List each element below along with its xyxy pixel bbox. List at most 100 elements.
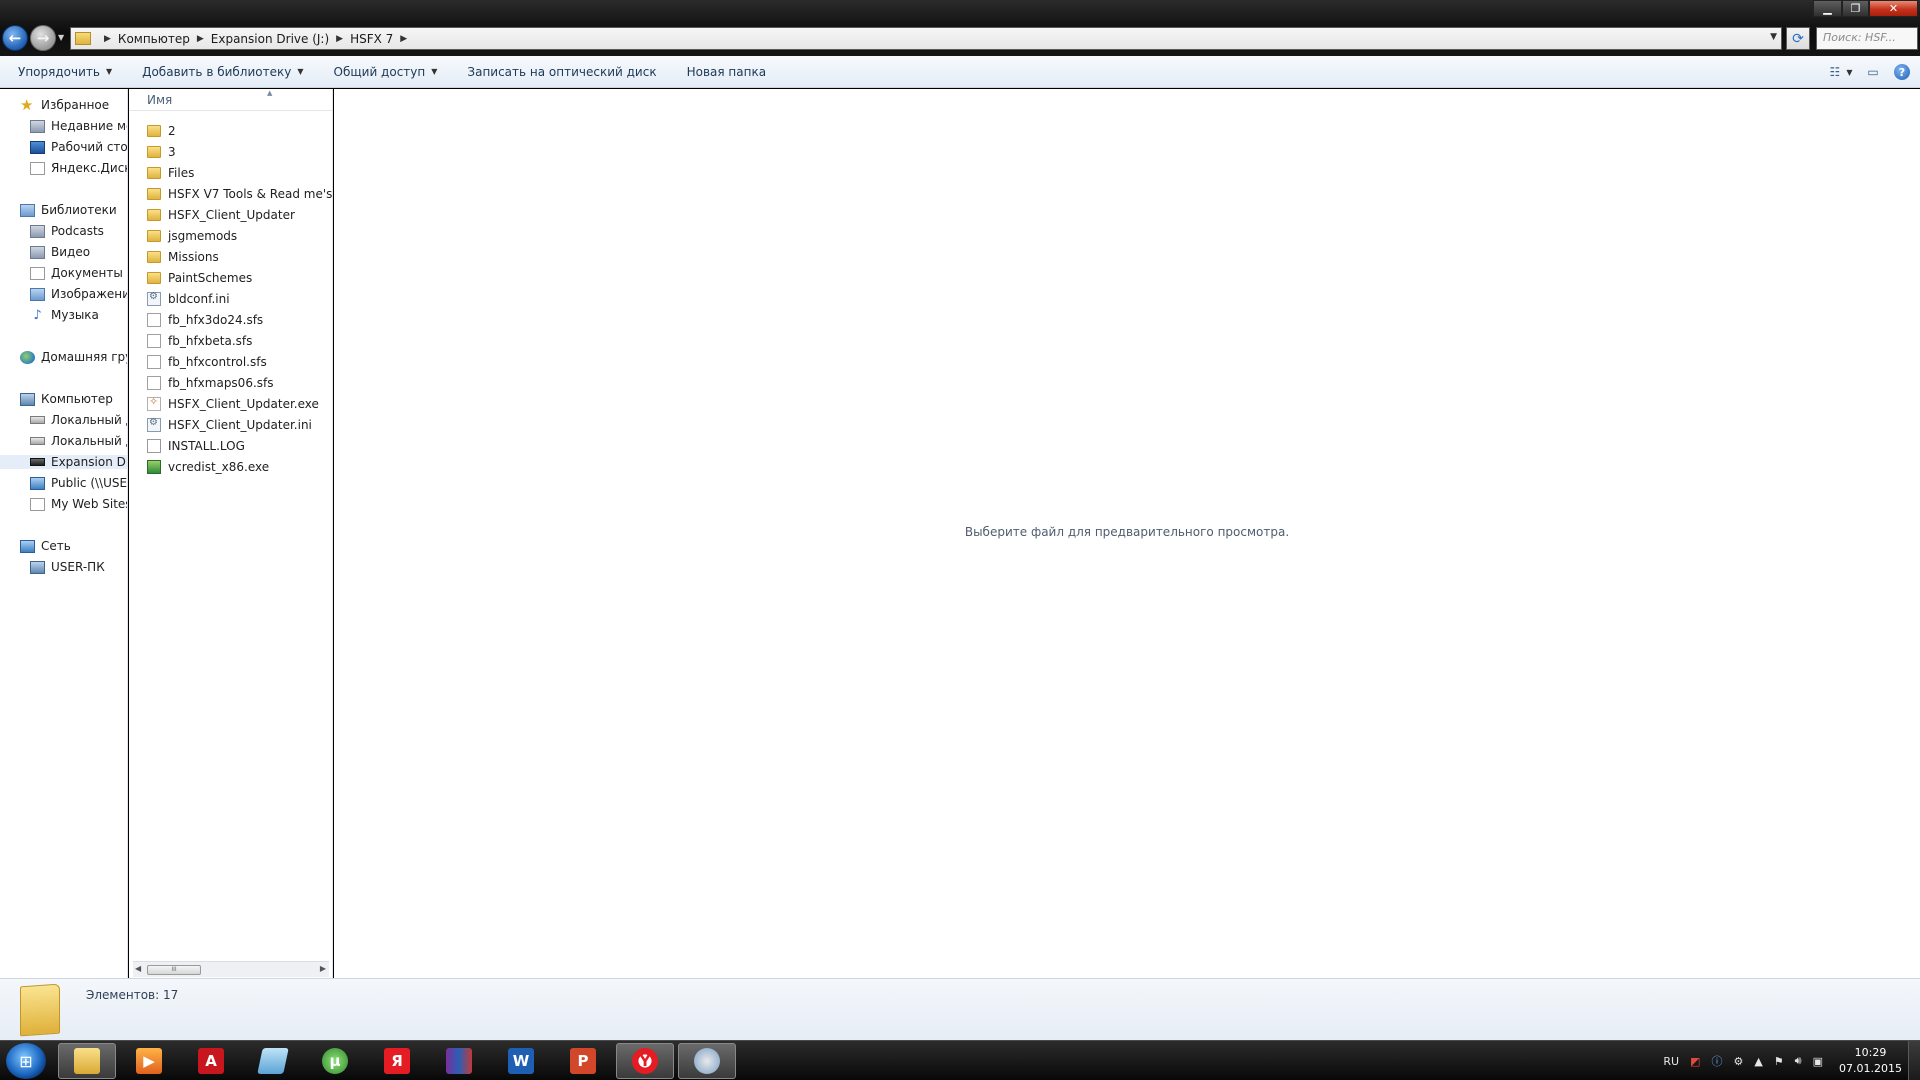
- nav-network[interactable]: Сеть: [20, 539, 71, 553]
- taskbar-notepad[interactable]: [244, 1043, 302, 1079]
- paint-icon: [694, 1048, 720, 1074]
- nav-item-local-disk-1[interactable]: Локальный ди: [30, 413, 127, 427]
- nav-libraries[interactable]: Библиотеки: [20, 203, 117, 217]
- horizontal-scrollbar[interactable]: ◀ III ▶: [133, 961, 329, 977]
- taskbar-torrent[interactable]: µ: [306, 1043, 364, 1079]
- folder-row[interactable]: PaintSchemes: [147, 268, 252, 288]
- folder-row[interactable]: Files: [147, 163, 194, 183]
- command-toolbar: Упорядочить ▼ Добавить в библиотеку ▼ Об…: [0, 56, 1920, 88]
- nav-item-desktop[interactable]: Рабочий стол: [30, 140, 127, 154]
- back-button[interactable]: ←: [2, 25, 28, 51]
- nav-computer[interactable]: Компьютер: [20, 392, 113, 406]
- nav-label: Изображения: [51, 287, 127, 301]
- taskbar-powerpoint[interactable]: P: [554, 1043, 612, 1079]
- recent-places-icon: [30, 119, 45, 133]
- column-header-name[interactable]: Имя ▲: [129, 89, 333, 111]
- taskbar-paint[interactable]: [678, 1043, 736, 1079]
- organize-menu[interactable]: Упорядочить ▼: [18, 65, 112, 79]
- volume-icon[interactable]: 🔊︎: [1795, 1054, 1802, 1068]
- share-menu[interactable]: Общий доступ ▼: [334, 65, 438, 79]
- taskbar-word[interactable]: W: [492, 1043, 550, 1079]
- folder-row[interactable]: HSFX V7 Tools & Read me's: [147, 184, 332, 204]
- notepad-icon: [257, 1048, 289, 1074]
- taskbar-explorer[interactable]: [58, 1043, 116, 1079]
- scrollbar-thumb[interactable]: III: [147, 965, 201, 975]
- file-row[interactable]: fb_hfx3do24.sfs: [147, 310, 263, 330]
- breadcrumb-computer[interactable]: Компьютер: [118, 32, 190, 46]
- nav-item-recent[interactable]: Недавние мес: [30, 119, 127, 133]
- new-folder-button[interactable]: Новая папка: [687, 65, 766, 79]
- breadcrumb-chevron-icon[interactable]: ▶: [400, 34, 407, 44]
- nav-homegroup[interactable]: Домашняя груп: [20, 350, 127, 364]
- add-to-library-menu[interactable]: Добавить в библиотеку ▼: [142, 65, 303, 79]
- folder-row[interactable]: 2: [147, 121, 176, 141]
- music-note-icon: ♪: [33, 307, 42, 323]
- burn-button[interactable]: Записать на оптический диск: [467, 65, 656, 79]
- folder-row[interactable]: HSFX_Client_Updater: [147, 205, 295, 225]
- show-hidden-icons[interactable]: ▲: [1754, 1055, 1762, 1068]
- file-name: fb_hfxcontrol.sfs: [168, 355, 267, 369]
- nav-item-video[interactable]: Видео: [30, 245, 90, 259]
- taskbar-yandex[interactable]: Я: [368, 1043, 426, 1079]
- nav-item-yandex-disk[interactable]: Яндекс.Диск: [30, 161, 127, 175]
- nav-item-music[interactable]: ♪ Музыка: [30, 308, 99, 322]
- start-button[interactable]: ⊞: [6, 1043, 46, 1079]
- taskbar-acrobat[interactable]: A: [182, 1043, 240, 1079]
- breadcrumb-hsfx7[interactable]: HSFX 7: [350, 32, 393, 46]
- breadcrumb-expansion-drive[interactable]: Expansion Drive (J:): [211, 32, 329, 46]
- folder-row[interactable]: Missions: [147, 247, 219, 267]
- nav-item-public[interactable]: Public (\\USER: [30, 476, 127, 490]
- notification-icon[interactable]: ⚙: [1733, 1055, 1743, 1068]
- nav-item-user-pc[interactable]: USER-ПК: [30, 560, 105, 574]
- refresh-button[interactable]: ⟳: [1786, 27, 1810, 50]
- scroll-right-icon[interactable]: ▶: [320, 964, 326, 973]
- nav-item-local-disk-2[interactable]: Локальный ди: [30, 434, 127, 448]
- close-button[interactable]: ✕: [1869, 0, 1918, 17]
- nav-label: USER-ПК: [51, 560, 105, 574]
- folder-row[interactable]: 3: [147, 142, 176, 162]
- network-drive-icon: [30, 476, 45, 490]
- breadcrumb-chevron-icon[interactable]: ▶: [197, 34, 204, 44]
- nav-item-my-web-sites[interactable]: My Web Sites: [30, 497, 127, 511]
- action-center-flag-icon[interactable]: ⚑: [1774, 1055, 1784, 1068]
- file-row[interactable]: HSFX_Client_Updater.exe: [147, 394, 319, 414]
- maximize-button[interactable]: ❐: [1842, 0, 1869, 17]
- scroll-left-icon[interactable]: ◀: [135, 964, 141, 973]
- file-row[interactable]: fb_hfxcontrol.sfs: [147, 352, 267, 372]
- breadcrumb-chevron-icon[interactable]: ▶: [104, 34, 111, 44]
- folder-icon: [147, 209, 161, 221]
- clock[interactable]: 10:29 07.01.2015: [1839, 1045, 1902, 1077]
- forward-button[interactable]: →: [30, 25, 56, 51]
- nav-item-podcasts[interactable]: Podcasts: [30, 224, 104, 238]
- taskbar-media-player[interactable]: ▶: [120, 1043, 178, 1079]
- nav-item-images[interactable]: Изображения: [30, 287, 127, 301]
- folder-row[interactable]: jsgmemods: [147, 226, 237, 246]
- breadcrumb-chevron-icon[interactable]: ▶: [336, 34, 343, 44]
- language-indicator[interactable]: RU: [1663, 1055, 1679, 1068]
- help-tray-icon[interactable]: ⓘ: [1711, 1053, 1722, 1069]
- address-dropdown-icon[interactable]: ▼: [1770, 32, 1777, 42]
- file-row[interactable]: HSFX_Client_Updater.ini: [147, 415, 312, 435]
- language-bar-icon[interactable]: ◩: [1690, 1055, 1700, 1068]
- view-options-icon[interactable]: ☷ ▼: [1830, 63, 1853, 81]
- preview-pane-icon[interactable]: ▭: [1862, 63, 1884, 81]
- file-row[interactable]: INSTALL.LOG: [147, 436, 245, 456]
- file-name: Files: [168, 166, 195, 180]
- file-row[interactable]: fb_hfxmaps06.sfs: [147, 373, 274, 393]
- file-row[interactable]: fb_hfxbeta.sfs: [147, 331, 252, 351]
- nav-item-documents[interactable]: Документы: [30, 266, 123, 280]
- minimize-button[interactable]: ▁: [1813, 0, 1842, 17]
- show-desktop-button[interactable]: [1908, 1041, 1920, 1080]
- taskbar-yandex-browser[interactable]: Y: [616, 1043, 674, 1079]
- network-tray-icon[interactable]: ▣: [1813, 1055, 1823, 1068]
- search-input[interactable]: Поиск: HSF...: [1816, 27, 1918, 50]
- file-row[interactable]: vcredist_x86.exe: [147, 457, 269, 477]
- nav-favorites[interactable]: ★ Избранное: [20, 97, 109, 112]
- file-row[interactable]: bldconf.ini: [147, 289, 230, 309]
- taskbar-winrar[interactable]: [430, 1043, 488, 1079]
- address-bar[interactable]: ▶ Компьютер ▶ Expansion Drive (J:) ▶ HSF…: [70, 27, 1782, 50]
- nav-item-expansion-drive[interactable]: Expansion Driv: [0, 455, 127, 469]
- recent-pages-chevron-icon[interactable]: ▼: [58, 33, 68, 43]
- nav-label: Недавние мес: [51, 119, 127, 133]
- help-icon[interactable]: ?: [1894, 64, 1910, 80]
